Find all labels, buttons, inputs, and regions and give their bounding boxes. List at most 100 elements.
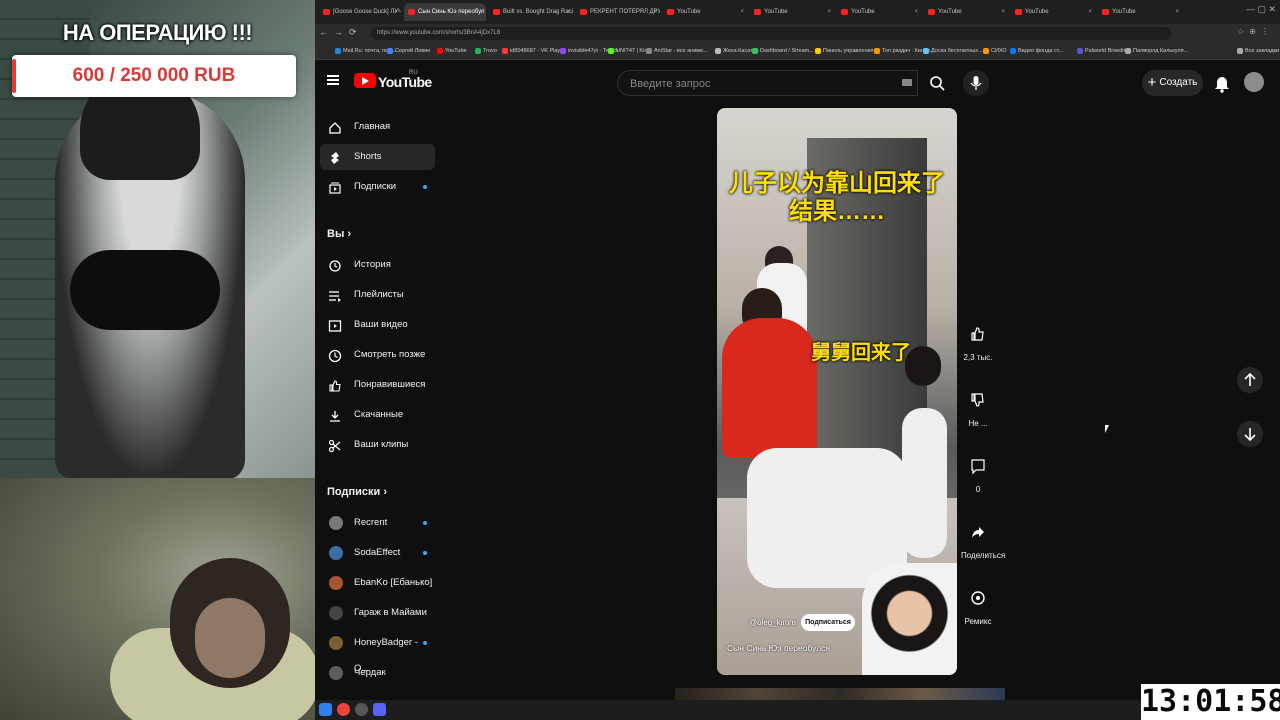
browser-tab[interactable]: YouTube × [837,3,921,21]
sidebar-item-subscriptions[interactable]: Подписки [320,174,435,200]
close-tab-icon[interactable]: × [1001,3,1005,21]
bookmark-item[interactable]: Панель управления [815,45,874,57]
close-tab-icon[interactable]: × [827,3,831,21]
bookmark-item[interactable]: Trovo [475,45,497,57]
account-avatar[interactable] [1244,72,1264,92]
previous-short-button[interactable] [1237,367,1263,393]
sidebar-item-history[interactable]: История [320,252,435,278]
close-tab-icon[interactable]: × [1175,3,1179,21]
bookmark-item[interactable]: UNIT47 | Kick [608,45,650,57]
sidebar-item-your-videos[interactable]: Ваши видео [320,312,435,338]
sidebar-item-label: Скачанные [354,409,404,420]
subscription-channel[interactable]: EbanKo [Ебанько] [320,570,435,596]
browser-tab[interactable]: YouTube × [1011,3,1095,21]
bookmark-item[interactable]: id8048687 - VK Play... [502,45,564,57]
share-button[interactable]: Поделиться [961,518,1005,560]
bookmark-item[interactable]: Dashboard / Stream... [752,45,814,57]
subscriptions-section-heading[interactable]: Подписки › [327,486,387,498]
channel-name: Гараж в Майами [354,607,427,618]
back-forward-reload-icons[interactable]: ←→⟳ [319,27,363,38]
browser-tab[interactable]: Built vs. Bought Drag Racing × [489,3,573,21]
channel-name: Чердак [354,667,386,678]
shorts-player[interactable]: 儿子以为靠山回来了 结果…… 舅舅回来了 @oleg_kimm Подписат… [717,108,957,675]
like-button[interactable]: 2,3 тыс. [961,320,995,362]
sidebar-item-playlists[interactable]: Плейлисты [320,282,435,308]
action-count: Ремикс [964,617,992,626]
sidebar-item-shorts[interactable]: Shorts [320,144,435,170]
sidebar-item-liked[interactable]: Понравившиеся [320,372,435,398]
subscription-channel[interactable]: Чердак [320,660,435,686]
subscription-channel[interactable]: HoneyBadger - O... [320,630,435,674]
address-bar[interactable]: https://www.youtube.com/shorts/3BnA4jDx7… [371,27,1171,40]
subscription-channel[interactable]: Recrent [320,510,435,536]
sidebar-item-watch-later[interactable]: Смотреть позже [320,342,435,368]
history-icon [328,258,342,272]
channel-handle[interactable]: @oleg_kimm [749,618,796,627]
windows-start-icon[interactable] [319,703,332,716]
youtube-logo-icon[interactable] [354,73,376,88]
create-button[interactable]: + Создать [1142,70,1203,96]
remix-button[interactable]: Ремикс [961,584,995,626]
bookmark-item[interactable]: Доска бесплатных... [923,45,983,57]
sidebar: Главная Shorts Подписки Вы › История Плейлист… [315,110,440,720]
sidebar-item-clips[interactable]: Ваши клипы [320,432,435,458]
new-content-dot [423,185,427,189]
next-short-preview[interactable] [675,688,1005,700]
new-content-dot [423,551,427,555]
your-videos-icon [328,318,342,332]
browser-tab[interactable]: YouTube × [750,3,834,21]
bookmark-item[interactable]: СИХО [983,45,1007,57]
close-tab-icon[interactable]: × [740,3,744,21]
short-title[interactable]: Сын Синь Юэ переобулся [727,643,830,653]
action-count: 0 [975,485,981,494]
subscribe-button[interactable]: Подписаться [801,614,855,631]
next-short-button[interactable] [1237,421,1263,447]
browser-tab[interactable]: [Goose Goose Duck] ЛУЧШ × [319,3,401,21]
sidebar-item-home[interactable]: Главная [320,114,435,140]
browser-tab[interactable]: YouTube × [663,3,747,21]
subscription-channel[interactable]: SodaEffect [320,540,435,566]
obs-icon[interactable] [355,703,368,716]
downloads-icon [328,408,342,422]
browser-tab[interactable]: Сын Синь Юэ переобул × [404,3,486,21]
dislike-button[interactable]: Не ... [961,386,995,428]
bookmark-item[interactable]: Палворлд Калькуля... [1125,45,1188,57]
chevron-right-icon: › [347,228,352,240]
youtube-logo-text[interactable]: YouTube [378,74,432,90]
close-tab-icon[interactable]: × [653,3,657,21]
bookmark-item[interactable]: Видео фонда ст... [1010,45,1063,57]
window-controls[interactable]: — ▢ ✕ [1246,4,1276,15]
close-tab-icon[interactable]: × [566,3,570,21]
youtube-favicon-icon [841,9,848,15]
youtube-favicon-icon [667,9,674,15]
subscription-channel[interactable]: Гараж в Майами [320,600,435,626]
bookmarks-bar: Mail.Ru: почта, пои... Сергей Ловин YouTub… [315,43,1280,60]
search-input[interactable] [628,71,892,97]
action-count: Не ... [968,419,988,428]
close-tab-icon[interactable]: × [1088,3,1092,21]
voice-search-button[interactable] [963,70,989,96]
sidebar-item-label: Ваши видео [354,319,408,330]
hamburger-menu-icon[interactable] [327,75,339,85]
you-section-heading[interactable]: Вы › [327,228,351,240]
tab-bar: [Goose Goose Duck] ЛУЧШ × Сын Синь Юэ пере… [315,0,1280,24]
close-tab-icon[interactable]: × [914,3,918,21]
browser-tab[interactable]: YouTube × [1098,3,1182,21]
bookmark-item[interactable]: Все закладки [1237,45,1279,57]
close-tab-icon[interactable]: × [479,3,483,21]
bookmark-favicon-icon [387,48,393,54]
sidebar-item-downloads[interactable]: Скачанные [320,402,435,428]
search-button[interactable] [922,70,952,96]
extension-icons[interactable]: ☆⊕⋮ [1237,27,1274,36]
notifications-button[interactable] [1212,72,1232,94]
bookmark-item[interactable]: AniStar - все аниме... [646,45,708,57]
close-tab-icon[interactable]: × [394,3,398,21]
bookmark-item[interactable]: Сергей Ловин [387,45,430,57]
keyboard-icon[interactable] [902,79,912,86]
bookmark-item[interactable]: YouTube [437,45,467,57]
comment-button[interactable]: 0 [961,452,995,494]
discord-icon[interactable] [373,703,386,716]
browser-tab[interactable]: РЕКРЕНТ ПОТЕРЯЛ ДРУГА -× [576,3,660,21]
browser-tab[interactable]: YouTube × [924,3,1008,21]
chrome-icon[interactable] [337,703,350,716]
